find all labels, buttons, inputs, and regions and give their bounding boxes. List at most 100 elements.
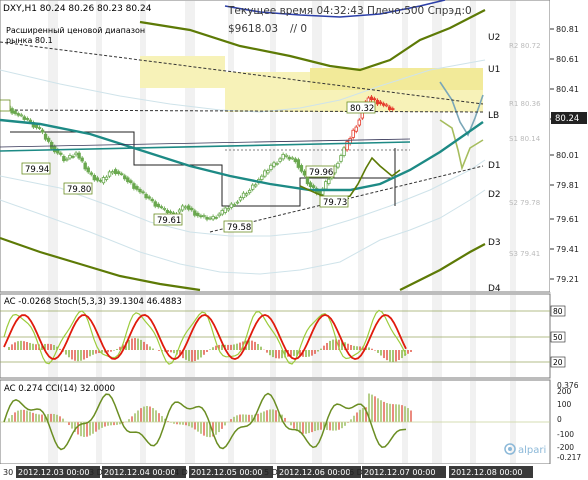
candle-body	[275, 162, 279, 165]
candle-body	[232, 204, 237, 206]
level-label: D3	[488, 238, 501, 248]
time-axis-label: 2012.12.08 00:00	[451, 468, 522, 477]
candle-body	[287, 156, 291, 160]
candle-body	[89, 172, 93, 175]
candle-body	[351, 129, 355, 138]
candle-body	[123, 175, 127, 180]
stoch-level-label: 20	[553, 358, 563, 367]
cci-title: AC 0.274 CCI(14) 32.0000	[4, 384, 115, 394]
time-axis[interactable]: 30 2012.12.03 00:00 3 D 2012.12.04 00:004 D…	[0, 464, 588, 480]
price-tag-label: 80.32	[350, 104, 374, 114]
candle-body	[28, 119, 33, 123]
stoch-level-label: 80	[553, 307, 563, 316]
price-panel[interactable]: 80.32 79.96 79.94 79.80 79.73 79.61 79.58 U2 R2…	[0, 0, 551, 301]
candle-body	[339, 155, 343, 162]
candle-body	[25, 118, 30, 120]
candle-body	[250, 184, 255, 190]
candle-body	[107, 171, 112, 177]
stochastic-panel[interactable]: 80 50 20 AC -0.0268 Stoch(5,3,3) 39.1304 4…	[0, 293, 566, 379]
candle-body	[205, 216, 209, 220]
candle-body	[132, 183, 136, 189]
candle-body	[269, 164, 273, 170]
candle-body	[37, 127, 42, 129]
price-tag-label: 79.96	[309, 168, 333, 178]
candle-body	[342, 147, 346, 156]
candle-body	[193, 210, 197, 216]
price-axis-label: 80.41	[556, 85, 579, 94]
cci-axis-label: 100	[557, 400, 572, 409]
candle-body	[217, 213, 221, 217]
level-label: D1	[488, 161, 501, 171]
time-band	[402, 1, 408, 291]
candle-body	[95, 177, 100, 181]
time-band	[228, 295, 234, 377]
time-band	[270, 1, 276, 291]
server-time: Текущее время 04:32:43 Плечо:500 Спрэд:0	[227, 5, 472, 17]
candle-body	[16, 113, 20, 116]
candle-body	[357, 119, 361, 126]
candle-body	[308, 182, 313, 188]
level-faint-label: R1 80.36	[509, 100, 541, 108]
trading-chart[interactable]: 80.32 79.96 79.94 79.80 79.73 79.61 79.58 U2 R2…	[0, 0, 588, 480]
time-band	[470, 295, 476, 377]
price-axis-label: 80.01	[556, 151, 579, 160]
price-tag-label: 79.94	[25, 165, 49, 175]
candle-body	[226, 208, 231, 211]
candle-body	[247, 189, 252, 194]
candle-body	[98, 179, 103, 182]
time-band	[48, 295, 58, 377]
candle-body	[150, 198, 154, 202]
range-label-line1: Расширенный ценовой диапазон	[6, 26, 145, 35]
candle-body	[187, 205, 191, 210]
candle-body	[101, 177, 106, 184]
candle-body	[43, 133, 48, 140]
candle-body	[180, 205, 185, 211]
candle-body	[86, 167, 90, 173]
price-axis[interactable]: 80.81 80.61 80.41 80.24 80.01 79.81 79.61 79.41…	[550, 0, 588, 292]
time-axis-label: 3 D	[89, 468, 103, 477]
price-axis-label: 79.41	[556, 245, 579, 254]
candle-body	[104, 176, 109, 180]
time-axis-label: 2012.12.04 00:00	[104, 468, 175, 477]
candle-body	[46, 137, 51, 142]
candle-body	[74, 152, 78, 156]
cci-axis-label: -100	[557, 430, 574, 439]
time-axis-label: 2012.12.03 00:00	[18, 468, 89, 477]
candle-body	[238, 197, 243, 201]
candle-body	[62, 155, 66, 162]
candle-body	[10, 108, 14, 114]
candle-body	[177, 209, 182, 213]
account-balance: $9618.03	[228, 23, 278, 35]
cci-axis-label: -0.217	[557, 453, 581, 462]
candle-body	[147, 196, 151, 199]
candle-body	[327, 178, 331, 184]
symbol-line: DXY,H1 80.24 80.26 80.23 80.24	[3, 4, 152, 14]
level-faint-label: S1 80.14	[509, 135, 541, 143]
edge-tag-box	[0, 99, 11, 112]
cci-panel[interactable]: AC 0.274 CCI(14) 32.0000 alpari	[0, 379, 551, 465]
candle-body	[278, 158, 282, 162]
candle-body	[40, 129, 45, 133]
resistance-zone-left	[140, 56, 225, 88]
balance-extra: // 0	[290, 23, 307, 35]
time-band	[402, 295, 408, 377]
candle-body	[391, 108, 395, 110]
stochastic-title: AC -0.0268 Stoch(5,3,3) 39.1304 46.4883	[4, 297, 182, 307]
level-faint-label: R2 80.72	[509, 42, 541, 50]
candle-body	[354, 126, 358, 132]
time-band	[140, 295, 146, 377]
candle-body	[22, 116, 26, 120]
level-faint-label: S2 79.78	[509, 199, 540, 207]
candle-body	[168, 211, 173, 214]
time-band	[96, 1, 102, 291]
candle-body	[384, 104, 389, 107]
price-tag-label: 79.80	[67, 185, 91, 195]
candle-body	[302, 170, 307, 176]
level-label: U2	[488, 33, 500, 43]
candle-body	[220, 210, 224, 215]
level-label: LB	[488, 111, 499, 121]
current-price-label: 80.24	[555, 114, 579, 124]
price-axis-label: 79.61	[556, 215, 579, 224]
time-axis-label: 2012.12.07 00:00	[364, 468, 435, 477]
candle-body	[34, 124, 39, 128]
